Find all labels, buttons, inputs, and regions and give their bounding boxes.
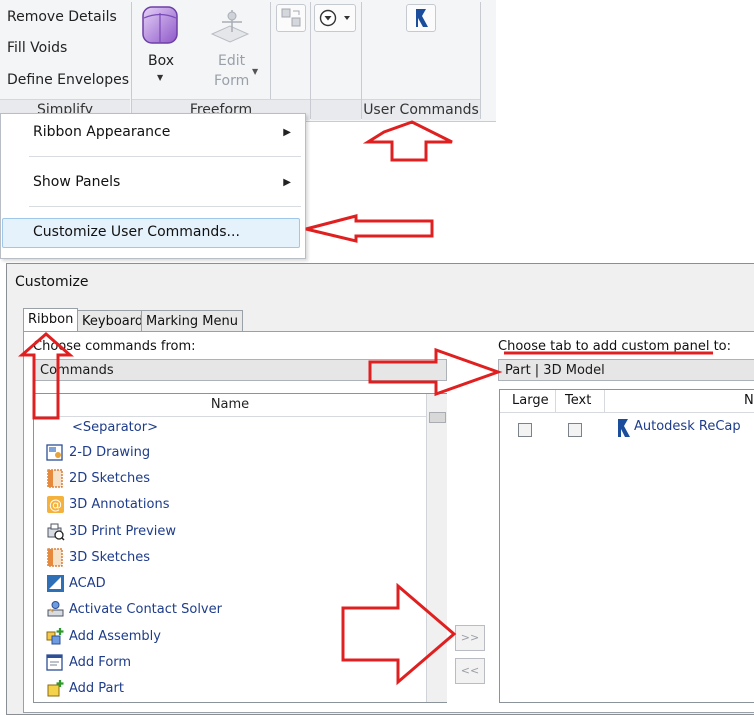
arrow-right-annotation bbox=[341, 582, 457, 686]
arrow-left-annotation bbox=[305, 214, 434, 243]
arrow-up-annotation bbox=[362, 120, 453, 162]
arrow-up-annotation bbox=[18, 332, 74, 420]
arrow-right-annotation bbox=[368, 347, 503, 397]
annotation-overlay bbox=[18, 120, 713, 686]
